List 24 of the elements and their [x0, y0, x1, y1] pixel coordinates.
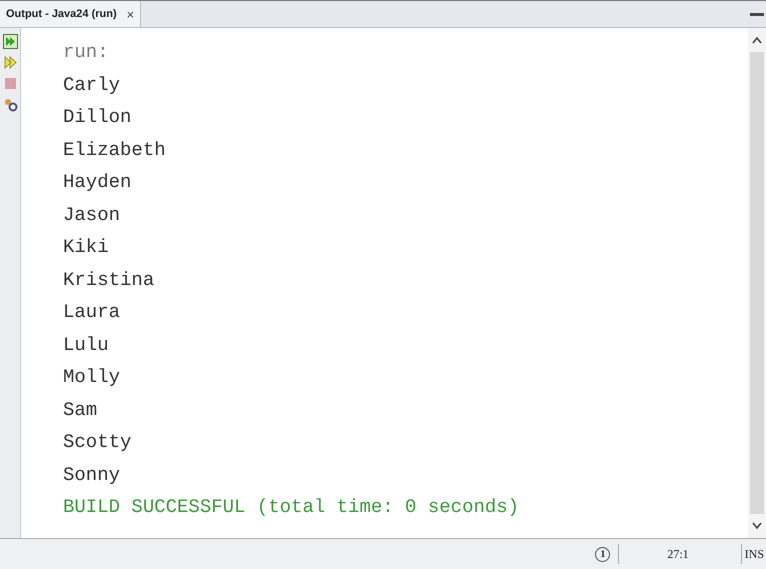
notification-badge[interactable]: 1	[595, 546, 610, 562]
output-line: Lulu	[63, 332, 110, 358]
output-tab[interactable]: Output - Java24 (run) ×	[0, 1, 142, 27]
output-line: Sam	[63, 398, 98, 422]
output-line: Kristina	[63, 268, 156, 292]
output-line: Jason	[63, 202, 122, 228]
output-line: Carly	[63, 72, 122, 98]
run-label: run:	[63, 40, 110, 65]
scrollbar-thumb[interactable]	[750, 52, 764, 514]
build-message: BUILD SUCCESSFUL (total time: 0 seconds)	[63, 495, 520, 520]
insert-mode: INS	[744, 546, 764, 562]
output-line: Kiki	[63, 235, 110, 260]
cursor-position: 27:1	[667, 546, 689, 562]
output-line: Molly	[63, 365, 122, 390]
output-line: Elizabeth	[63, 138, 167, 162]
output-line: Hayden	[63, 170, 132, 195]
minimize-button[interactable]	[750, 12, 764, 16]
rerun-icon[interactable]	[2, 34, 18, 49]
output-line: Laura	[63, 300, 122, 325]
output-line: Scotty	[63, 430, 132, 455]
output-line: Sonny	[63, 462, 122, 488]
fast-forward-icon[interactable]	[2, 55, 18, 70]
close-button[interactable]: ×	[126, 8, 134, 20]
output-line: Dillon	[63, 105, 132, 130]
